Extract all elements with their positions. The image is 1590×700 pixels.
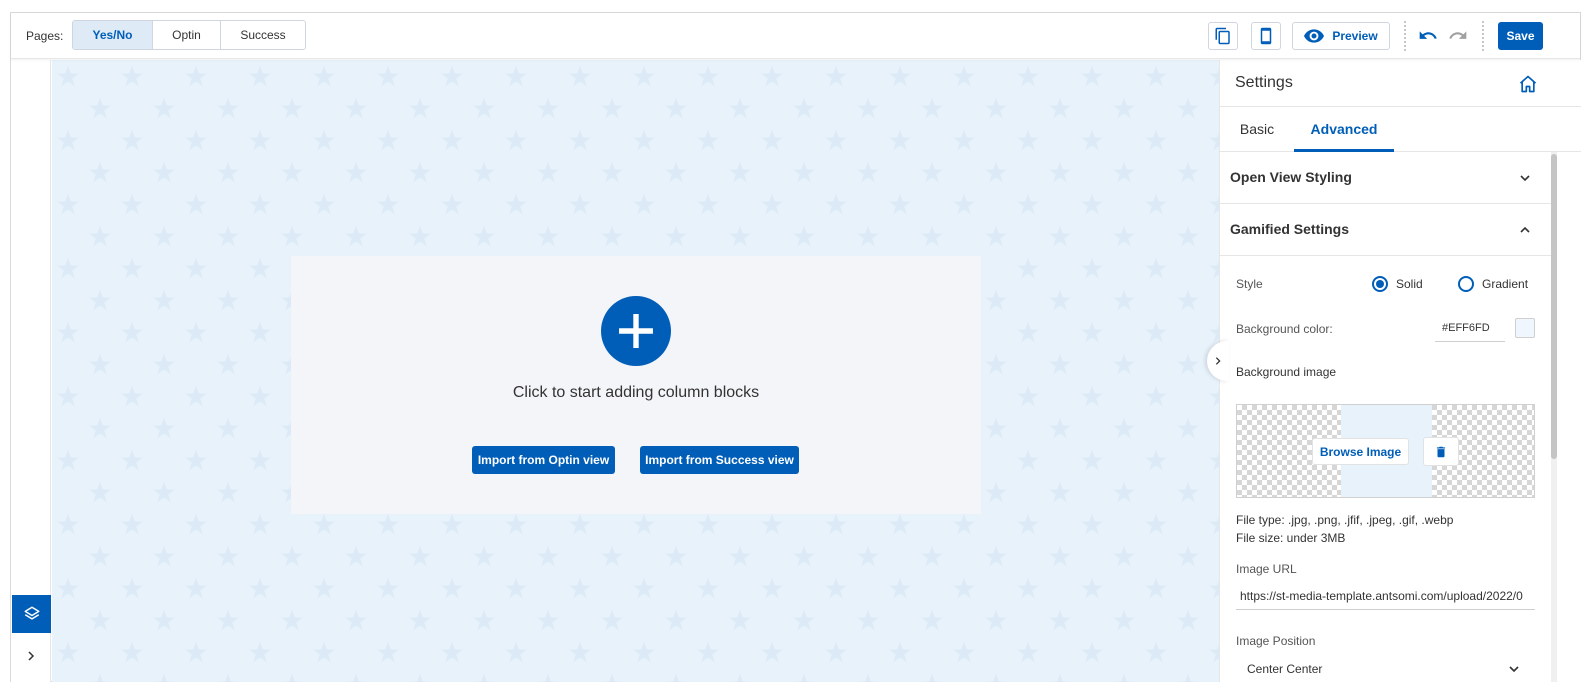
background-image-uploader: Browse Image bbox=[1236, 404, 1535, 498]
preview-label: Preview bbox=[1332, 29, 1378, 43]
redo-icon bbox=[1449, 31, 1467, 39]
image-url-label: Image URL bbox=[1236, 562, 1297, 576]
radio-button-checked[interactable] bbox=[1372, 276, 1388, 292]
color-swatch[interactable] bbox=[1515, 318, 1535, 338]
import-success-button[interactable]: Import from Success view bbox=[640, 446, 799, 474]
page-tab-optin[interactable]: Optin bbox=[153, 21, 221, 49]
file-type-info: File type: .jpg, .png, .jfif, .jpeg, .gi… bbox=[1236, 513, 1454, 527]
expand-rail-button[interactable] bbox=[23, 648, 39, 664]
pages-label: Pages: bbox=[26, 29, 64, 43]
toolbar-divider bbox=[1404, 21, 1406, 51]
section-open-view-styling[interactable]: Open View Styling bbox=[1220, 152, 1551, 204]
image-position-select[interactable]: Center Center bbox=[1236, 656, 1535, 682]
image-position-label: Image Position bbox=[1236, 634, 1316, 648]
section-gamified-settings[interactable]: Gamified Settings bbox=[1220, 204, 1551, 256]
duplicate-button[interactable] bbox=[1208, 22, 1238, 50]
radio-label: Solid bbox=[1396, 277, 1423, 291]
chevron-down-icon bbox=[1520, 175, 1530, 182]
eye-icon bbox=[1304, 29, 1325, 43]
layers-button[interactable] bbox=[12, 595, 51, 633]
browse-image-button[interactable]: Browse Image bbox=[1312, 438, 1409, 465]
page-tabs: Yes/No Optin Success bbox=[72, 20, 306, 50]
import-optin-button[interactable]: Import from Optin view bbox=[472, 446, 615, 474]
panel-title: Settings bbox=[1235, 74, 1293, 91]
copy-icon bbox=[1215, 27, 1230, 45]
background-color-input[interactable]: #EFF6FD bbox=[1435, 314, 1505, 342]
section-title: Gamified Settings bbox=[1230, 221, 1350, 237]
editor-frame: Pages: Yes/No Optin Success Preview Save bbox=[10, 12, 1581, 682]
empty-block-dropzone[interactable]: Click to start adding column blocks Impo… bbox=[291, 256, 981, 514]
chevron-down-icon[interactable] bbox=[1506, 661, 1522, 677]
undo-button[interactable] bbox=[1417, 25, 1439, 47]
page-tab-yes-no[interactable]: Yes/No bbox=[73, 21, 153, 49]
redo-button[interactable] bbox=[1447, 25, 1469, 47]
image-url-input[interactable]: https://st-media-template.antsomi.com/up… bbox=[1236, 582, 1535, 610]
trash-icon bbox=[1436, 446, 1446, 457]
layers-icon bbox=[24, 606, 39, 620]
chevron-right-icon bbox=[1215, 357, 1221, 365]
background-color-label: Background color: bbox=[1236, 322, 1333, 336]
chevron-right-icon bbox=[28, 651, 35, 661]
editor-canvas[interactable]: Click to start adding column blocks Impo… bbox=[52, 60, 1220, 682]
dropzone-hint: Click to start adding column blocks bbox=[512, 384, 760, 401]
style-solid-radio[interactable]: Solid bbox=[1372, 276, 1423, 292]
settings-panel: Settings Basic Advanced Open View Stylin… bbox=[1219, 60, 1581, 682]
mobile-view-button[interactable] bbox=[1251, 22, 1281, 50]
radio-label: Gradient bbox=[1482, 277, 1529, 291]
file-size-info: File size: under 3MB bbox=[1236, 531, 1346, 545]
panel-scrollbar-thumb[interactable] bbox=[1551, 154, 1557, 459]
undo-icon bbox=[1419, 31, 1437, 39]
preview-button[interactable]: Preview bbox=[1292, 22, 1390, 50]
toolbar-divider bbox=[1482, 21, 1484, 51]
section-title: Open View Styling bbox=[1230, 169, 1352, 185]
plus-icon bbox=[619, 314, 653, 348]
tab-advanced[interactable]: Advanced bbox=[1294, 107, 1394, 152]
save-button[interactable]: Save bbox=[1498, 22, 1543, 50]
home-icon[interactable] bbox=[1518, 74, 1538, 94]
tab-basic[interactable]: Basic bbox=[1220, 107, 1294, 152]
style-gradient-radio[interactable]: Gradient bbox=[1458, 276, 1528, 292]
background-image-label: Background image bbox=[1236, 365, 1337, 379]
left-rail bbox=[11, 60, 51, 682]
mobile-icon bbox=[1260, 27, 1272, 45]
top-toolbar: Pages: Yes/No Optin Success Preview Save bbox=[11, 13, 1580, 59]
radio-button-unchecked[interactable] bbox=[1458, 276, 1474, 292]
chevron-up-icon bbox=[1520, 226, 1530, 233]
style-label: Style bbox=[1236, 277, 1263, 291]
delete-image-button[interactable] bbox=[1423, 437, 1459, 466]
page-tab-success[interactable]: Success bbox=[221, 21, 305, 49]
add-block-button[interactable] bbox=[601, 296, 671, 366]
settings-tabs: Basic Advanced bbox=[1220, 106, 1581, 152]
